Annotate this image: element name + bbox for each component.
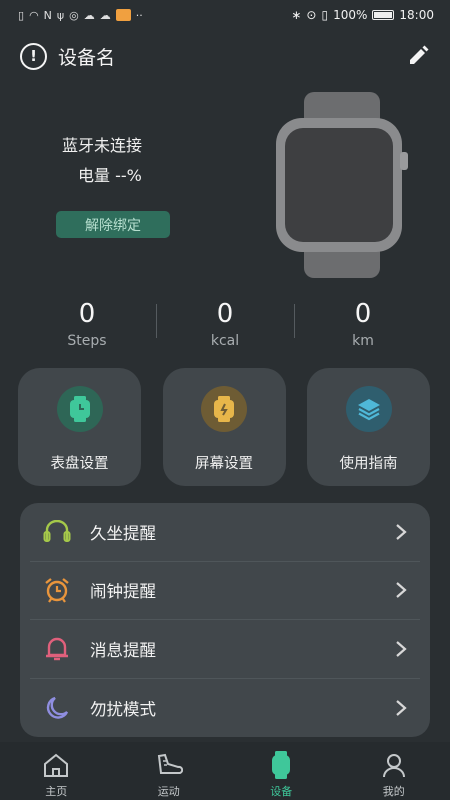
reminder-label: 闹钟提醒 [90,582,156,602]
header: ! 设备名 [0,36,450,76]
reminder-label: 久坐提醒 [90,523,156,543]
seat-icon [42,517,72,547]
usb-icon: ψ [56,8,65,22]
stat-label: kcal [210,333,240,349]
stat-value: 0 [354,299,372,329]
info-icon[interactable]: ! [20,42,47,70]
chevron-right-icon [396,582,407,599]
wifi-icon: ◠ [29,8,39,22]
unbind-button[interactable]: 解除绑定 [56,211,170,238]
watch-icon [266,750,296,780]
reminder-label: 消息提醒 [90,640,156,660]
bluetooth-icon: ∗ [291,8,302,22]
app-notification-icon [115,9,131,21]
nav-device[interactable]: 设备 [225,742,338,800]
bottom-nav: 主页 运动 设备 我的 [0,742,450,800]
user-icon [379,750,409,780]
cloud-icon: ☁ [83,8,95,22]
layers-icon [345,386,392,432]
bluetooth-status: 蓝牙未连接 [62,136,143,155]
stat-label: km [352,333,374,349]
battery-percent: 100% [333,8,368,22]
nav-me[interactable]: 我的 [338,742,450,800]
pencil-icon[interactable] [406,44,430,68]
reminder-do-not-disturb[interactable]: 勿扰模式 [30,679,420,738]
alarm-clock-icon [42,575,72,605]
chevron-right-icon [396,523,407,540]
nav-label: 主页 [45,785,68,798]
nav-sport[interactable]: 运动 [113,742,226,800]
activity-stats: 0 Steps 0 kcal 0 km [18,296,432,356]
stat-km: 0 km [294,296,432,356]
device-battery: 电量 --% [78,166,142,185]
nav-label: 运动 [157,785,180,798]
tile-screen[interactable]: 屏幕设置 [162,368,286,486]
more-notifications-icon: ·· [135,8,143,22]
tile-watch-face[interactable]: 表盘设置 [18,368,141,486]
battery-icon [372,10,395,20]
clock: 18:00 [399,8,434,22]
settings-tiles: 表盘设置 屏幕设置 使用指南 [18,368,430,486]
location-icon: ⊙ [306,8,317,22]
stat-value: 0 [216,299,234,329]
globe-icon: ◎ [69,8,79,22]
home-icon [41,750,71,780]
nav-home[interactable]: 主页 [0,742,113,800]
reminder-alarm[interactable]: 闹钟提醒 [30,562,420,620]
tile-label: 屏幕设置 [195,456,253,472]
reminder-list: 久坐提醒 闹钟提醒 消息提醒 勿扰模式 [20,503,430,737]
tile-label: 使用指南 [339,456,398,472]
moon-icon [42,693,72,723]
status-bar: ▯ ◠ N ψ ◎ ☁ ☁ ·· ∗ ⊙ ▯ 100% 18:00 [0,0,450,30]
nfc-icon: N [43,8,52,22]
stat-kcal: 0 kcal [156,296,294,356]
tile-label: 表盘设置 [50,456,109,472]
stat-label: Steps [67,333,107,349]
stat-value: 0 [78,299,96,329]
watch-face-icon [56,386,103,432]
tile-guide[interactable]: 使用指南 [307,368,430,486]
chevron-right-icon [396,640,407,657]
status-icons-left: ▯ ◠ N ψ ◎ ☁ ☁ ·· [18,9,143,22]
shoe-icon [154,750,184,780]
nav-label: 我的 [382,785,405,798]
bell-icon [42,634,72,664]
reminder-message[interactable]: 消息提醒 [30,620,420,679]
watch-image [276,92,408,278]
reminder-sedentary[interactable]: 久坐提醒 [30,503,420,562]
reminder-label: 勿扰模式 [90,699,156,719]
cloud-icon-2: ☁ [99,8,111,22]
vibrate-icon: ▯ [321,8,329,22]
sim-icon: ▯ [18,8,25,22]
screen-icon [201,386,247,432]
device-name: 设备名 [58,46,116,69]
chevron-right-icon [396,699,407,716]
stat-steps: 0 Steps [18,296,156,356]
nav-label: 设备 [270,785,293,798]
status-icons-right: ∗ ⊙ ▯ 100% 18:00 [291,8,434,22]
